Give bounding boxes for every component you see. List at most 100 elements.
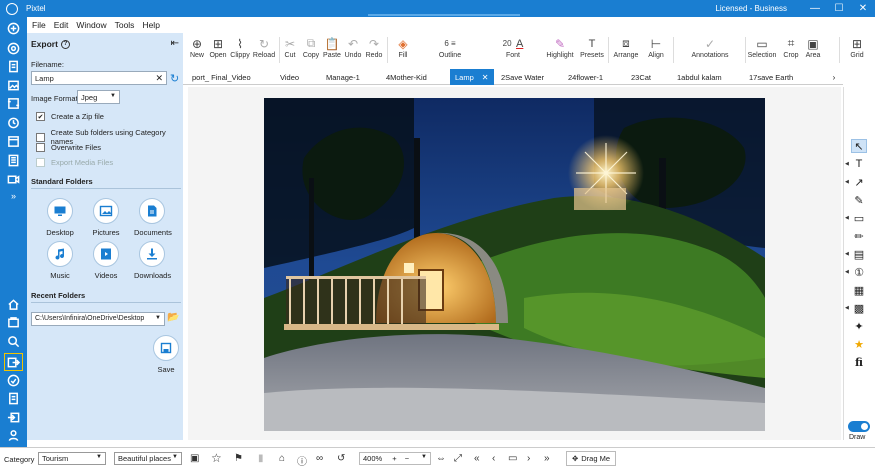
folder-documents[interactable]: Documents	[134, 198, 172, 237]
fill-button[interactable]: ◈ Fill	[389, 35, 417, 60]
outline-button[interactable]: 6 ≡ Outline	[421, 35, 479, 59]
pen-tool-icon[interactable]: ✎	[851, 193, 867, 207]
last-page-icon[interactable]: »	[544, 453, 550, 464]
search-icon[interactable]	[6, 334, 21, 348]
font-button[interactable]: 20 A Font	[483, 35, 543, 60]
folder-music[interactable]: Music	[42, 241, 78, 280]
add-icon[interactable]	[6, 21, 21, 35]
share-icon[interactable]	[6, 373, 21, 387]
tool-expand-icon[interactable]: ◀	[845, 269, 849, 275]
first-page-icon[interactable]: «	[474, 453, 480, 464]
sticker-icon[interactable]: ▣	[190, 453, 199, 464]
clear-filename-icon[interactable]: ✕	[155, 73, 163, 84]
browse-folder-icon[interactable]: 📂	[167, 312, 179, 323]
image-tool-icon[interactable]: ▦	[851, 283, 867, 297]
history-icon[interactable]: ↺	[337, 453, 345, 464]
folder-desktop[interactable]: Desktop	[42, 198, 78, 237]
category-select[interactable]: Tourism ▼	[38, 452, 106, 465]
tool-expand-icon[interactable]: ◀	[845, 305, 849, 311]
subcategory-select[interactable]: Beautiful places ▼	[114, 452, 182, 465]
selection-button[interactable]: ▭ Selection	[747, 35, 777, 60]
menu-tools[interactable]: Tools	[115, 20, 135, 30]
link-icon[interactable]: ∞	[316, 453, 323, 464]
open-button[interactable]: ⊞ Open	[208, 35, 228, 60]
reload-button[interactable]: ↻ Reload	[252, 35, 276, 60]
filename-input[interactable]: Lamp ✕	[31, 71, 167, 85]
chevron-down-icon[interactable]: ▼	[421, 454, 427, 460]
tool-expand-icon[interactable]: ◀	[845, 251, 849, 257]
menu-file[interactable]: File	[32, 20, 46, 30]
tab-video[interactable]: Video	[275, 69, 321, 85]
fit-width-icon[interactable]: ⇔	[436, 453, 446, 464]
clippy-button[interactable]: ⌇ Clippy	[228, 35, 252, 60]
font-size-value[interactable]: 20	[503, 39, 512, 48]
tool-expand-icon[interactable]: ◀	[845, 161, 849, 167]
refresh-icon[interactable]: ↻	[170, 72, 179, 85]
image-icon[interactable]	[6, 78, 21, 92]
flag-icon[interactable]: ⚑	[234, 453, 243, 464]
bookmark-icon[interactable]: ▮	[258, 453, 264, 464]
grid-button[interactable]: ⊞ Grid	[847, 35, 867, 60]
save-button[interactable]: Save	[148, 335, 184, 374]
format-select[interactable]: Jpeg ▼	[77, 90, 120, 104]
magic-tool-icon[interactable]: ✦	[851, 319, 867, 333]
tabs-overflow-icon[interactable]: ›	[827, 69, 841, 85]
collapse-panel-icon[interactable]: ⇤	[171, 38, 179, 49]
home-icon[interactable]	[6, 297, 21, 311]
tag-icon[interactable]: ⌂	[279, 453, 285, 464]
recent-folder-select[interactable]: C:\Users\Infinira\OneDrive\Desktop ▼	[31, 312, 165, 326]
library-icon[interactable]	[6, 315, 21, 329]
drag-me-button[interactable]: ✥ Drag Me	[566, 451, 616, 466]
tab-manage-1[interactable]: Manage-1	[321, 69, 381, 85]
next-page-icon[interactable]: ›	[527, 453, 530, 464]
tool-expand-icon[interactable]: ◀	[845, 215, 849, 221]
tab-mother-kid[interactable]: 4Mother-Kid	[381, 69, 449, 85]
align-button[interactable]: ⊢ Align	[644, 35, 668, 60]
expand-rail-icon[interactable]: »	[6, 189, 21, 203]
video-icon[interactable]	[6, 172, 21, 186]
redo-button[interactable]: ↷ Redo	[364, 35, 384, 60]
timer-icon[interactable]	[6, 115, 21, 129]
close-button[interactable]: ✕	[851, 0, 875, 17]
archive-icon[interactable]	[6, 391, 21, 405]
help-icon[interactable]: ?	[60, 39, 70, 49]
drag-strip[interactable]	[368, 14, 520, 16]
tab-port-final-video[interactable]: port_ Final_Video	[187, 69, 275, 85]
close-tab-icon[interactable]: ✕	[482, 73, 489, 82]
copy-button[interactable]: ⧉ Copy	[301, 35, 321, 59]
arrow-tool-icon[interactable]: ↗	[851, 175, 867, 189]
folder-pictures[interactable]: Pictures	[88, 198, 124, 237]
fi-tool-icon[interactable]: fi	[851, 355, 867, 369]
paste-button[interactable]: 📋 Paste	[322, 35, 342, 60]
cut-button[interactable]: ✂ Cut	[281, 35, 299, 60]
capture-icon[interactable]	[6, 41, 21, 55]
menu-edit[interactable]: Edit	[54, 20, 69, 30]
editor-canvas[interactable]	[188, 87, 841, 440]
maximize-button[interactable]: ☐	[827, 0, 851, 17]
crop-button[interactable]: ⌗ Crop	[781, 35, 801, 59]
info-icon[interactable]: ⓘ	[297, 453, 307, 468]
account-icon[interactable]	[6, 428, 21, 442]
menu-help[interactable]: Help	[142, 20, 159, 30]
text-page-icon[interactable]	[6, 153, 21, 167]
new-button[interactable]: ⊕ New	[187, 35, 207, 60]
overwrite-checkbox-row[interactable]: Overwrite Files	[36, 143, 101, 152]
note-tool-icon[interactable]: ▤	[851, 247, 867, 261]
rectangle-tool-icon[interactable]: ▭	[851, 211, 867, 225]
blur-tool-icon[interactable]: ▩	[851, 301, 867, 315]
window-capture-icon[interactable]	[6, 134, 21, 148]
tab-save-earth[interactable]: 17save Earth	[744, 69, 816, 85]
tool-expand-icon[interactable]: ◀	[845, 179, 849, 185]
tab-lamp[interactable]: Lamp ✕	[450, 69, 494, 85]
export-icon[interactable]	[4, 353, 23, 371]
minimize-button[interactable]: —	[803, 0, 827, 17]
overwrite-checkbox[interactable]	[36, 143, 45, 152]
highlight-button[interactable]: ✎ Highlight	[543, 35, 577, 60]
zoom-in-icon[interactable]: +	[392, 454, 396, 463]
annotations-button[interactable]: ✓ Annotations	[683, 35, 737, 60]
folder-videos[interactable]: Videos	[88, 241, 124, 280]
undo-button[interactable]: ↶ Undo	[343, 35, 363, 60]
outline-width-value[interactable]: 6	[444, 39, 448, 48]
star-tool-icon[interactable]: ★	[851, 337, 867, 351]
area-button[interactable]: ▣ Area	[803, 35, 823, 60]
